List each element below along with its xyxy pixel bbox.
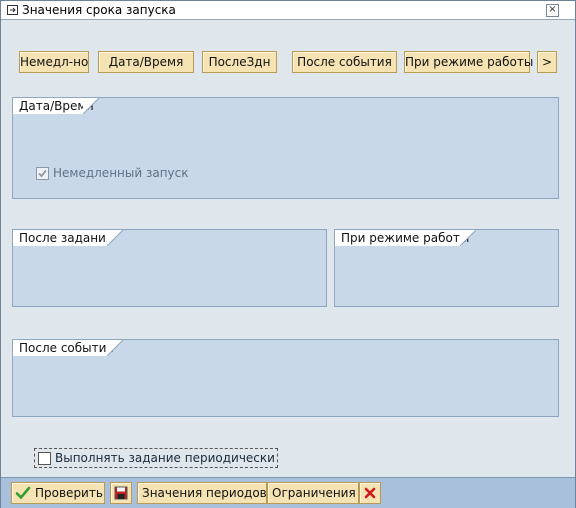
period-values-label: Значения периодов bbox=[142, 486, 267, 500]
restrictions-button[interactable]: Ограничения bbox=[267, 482, 359, 504]
check-button-label: Проверить bbox=[35, 486, 103, 500]
group-operation-mode-title: При режиме работы bbox=[335, 230, 476, 246]
save-icon bbox=[114, 486, 128, 500]
tab-date-time[interactable]: Дата/Время bbox=[98, 51, 194, 73]
group-date-time: Дата/Время Немедленный запуск bbox=[12, 97, 559, 199]
group-tab-tail bbox=[460, 230, 476, 246]
cancel-button[interactable] bbox=[359, 482, 381, 504]
group-after-event-label: После события bbox=[19, 341, 114, 355]
dialog-window: Значения срока запуска × Немедл-но Дата/… bbox=[0, 0, 576, 508]
title-bar[interactable]: Значения срока запуска × bbox=[1, 1, 575, 20]
tab-after-job[interactable]: ПослеЗдн bbox=[202, 51, 277, 73]
group-tab-tail bbox=[83, 98, 99, 114]
close-button[interactable]: × bbox=[546, 4, 559, 17]
periodic-job-label: Выполнять задание периодически bbox=[55, 451, 275, 465]
group-tab-tail bbox=[107, 230, 123, 246]
immediate-start-checkbox-row: Немедленный запуск bbox=[36, 166, 189, 180]
group-after-event-title: После события bbox=[13, 340, 123, 356]
tab-more-button[interactable]: > bbox=[537, 51, 557, 73]
checkmark-icon bbox=[15, 486, 31, 500]
dialog-icon bbox=[6, 3, 19, 16]
group-after-job: После задания bbox=[12, 229, 327, 307]
group-after-event: После события bbox=[12, 339, 559, 417]
dialog-title: Значения срока запуска bbox=[22, 3, 176, 17]
immediate-start-label: Немедленный запуск bbox=[53, 166, 189, 180]
periodic-job-checkbox[interactable] bbox=[38, 451, 51, 465]
check-button[interactable]: Проверить bbox=[11, 482, 105, 504]
group-after-job-title: После задания bbox=[13, 230, 123, 246]
tab-immediate[interactable]: Немедл-но bbox=[19, 51, 89, 73]
group-after-job-label: После задания bbox=[19, 231, 114, 245]
period-values-button[interactable]: Значения периодов bbox=[137, 482, 267, 504]
group-operation-mode: При режиме работы bbox=[334, 229, 559, 307]
immediate-start-checkbox[interactable] bbox=[36, 166, 49, 180]
restrictions-label: Ограничения bbox=[272, 486, 356, 500]
tab-operation-mode[interactable]: При режиме работы bbox=[404, 51, 533, 73]
group-operation-mode-label: При режиме работы bbox=[341, 231, 470, 245]
tab-after-event[interactable]: После события bbox=[292, 51, 397, 73]
save-button[interactable] bbox=[110, 482, 132, 504]
footer-toolbar: Проверить Значения периодов Ограничения bbox=[1, 477, 575, 508]
cancel-icon bbox=[364, 487, 376, 499]
group-date-time-title: Дата/Время bbox=[13, 98, 99, 114]
group-tab-tail bbox=[107, 340, 123, 356]
periodic-job-checkbox-row[interactable]: Выполнять задание периодически bbox=[34, 448, 278, 468]
